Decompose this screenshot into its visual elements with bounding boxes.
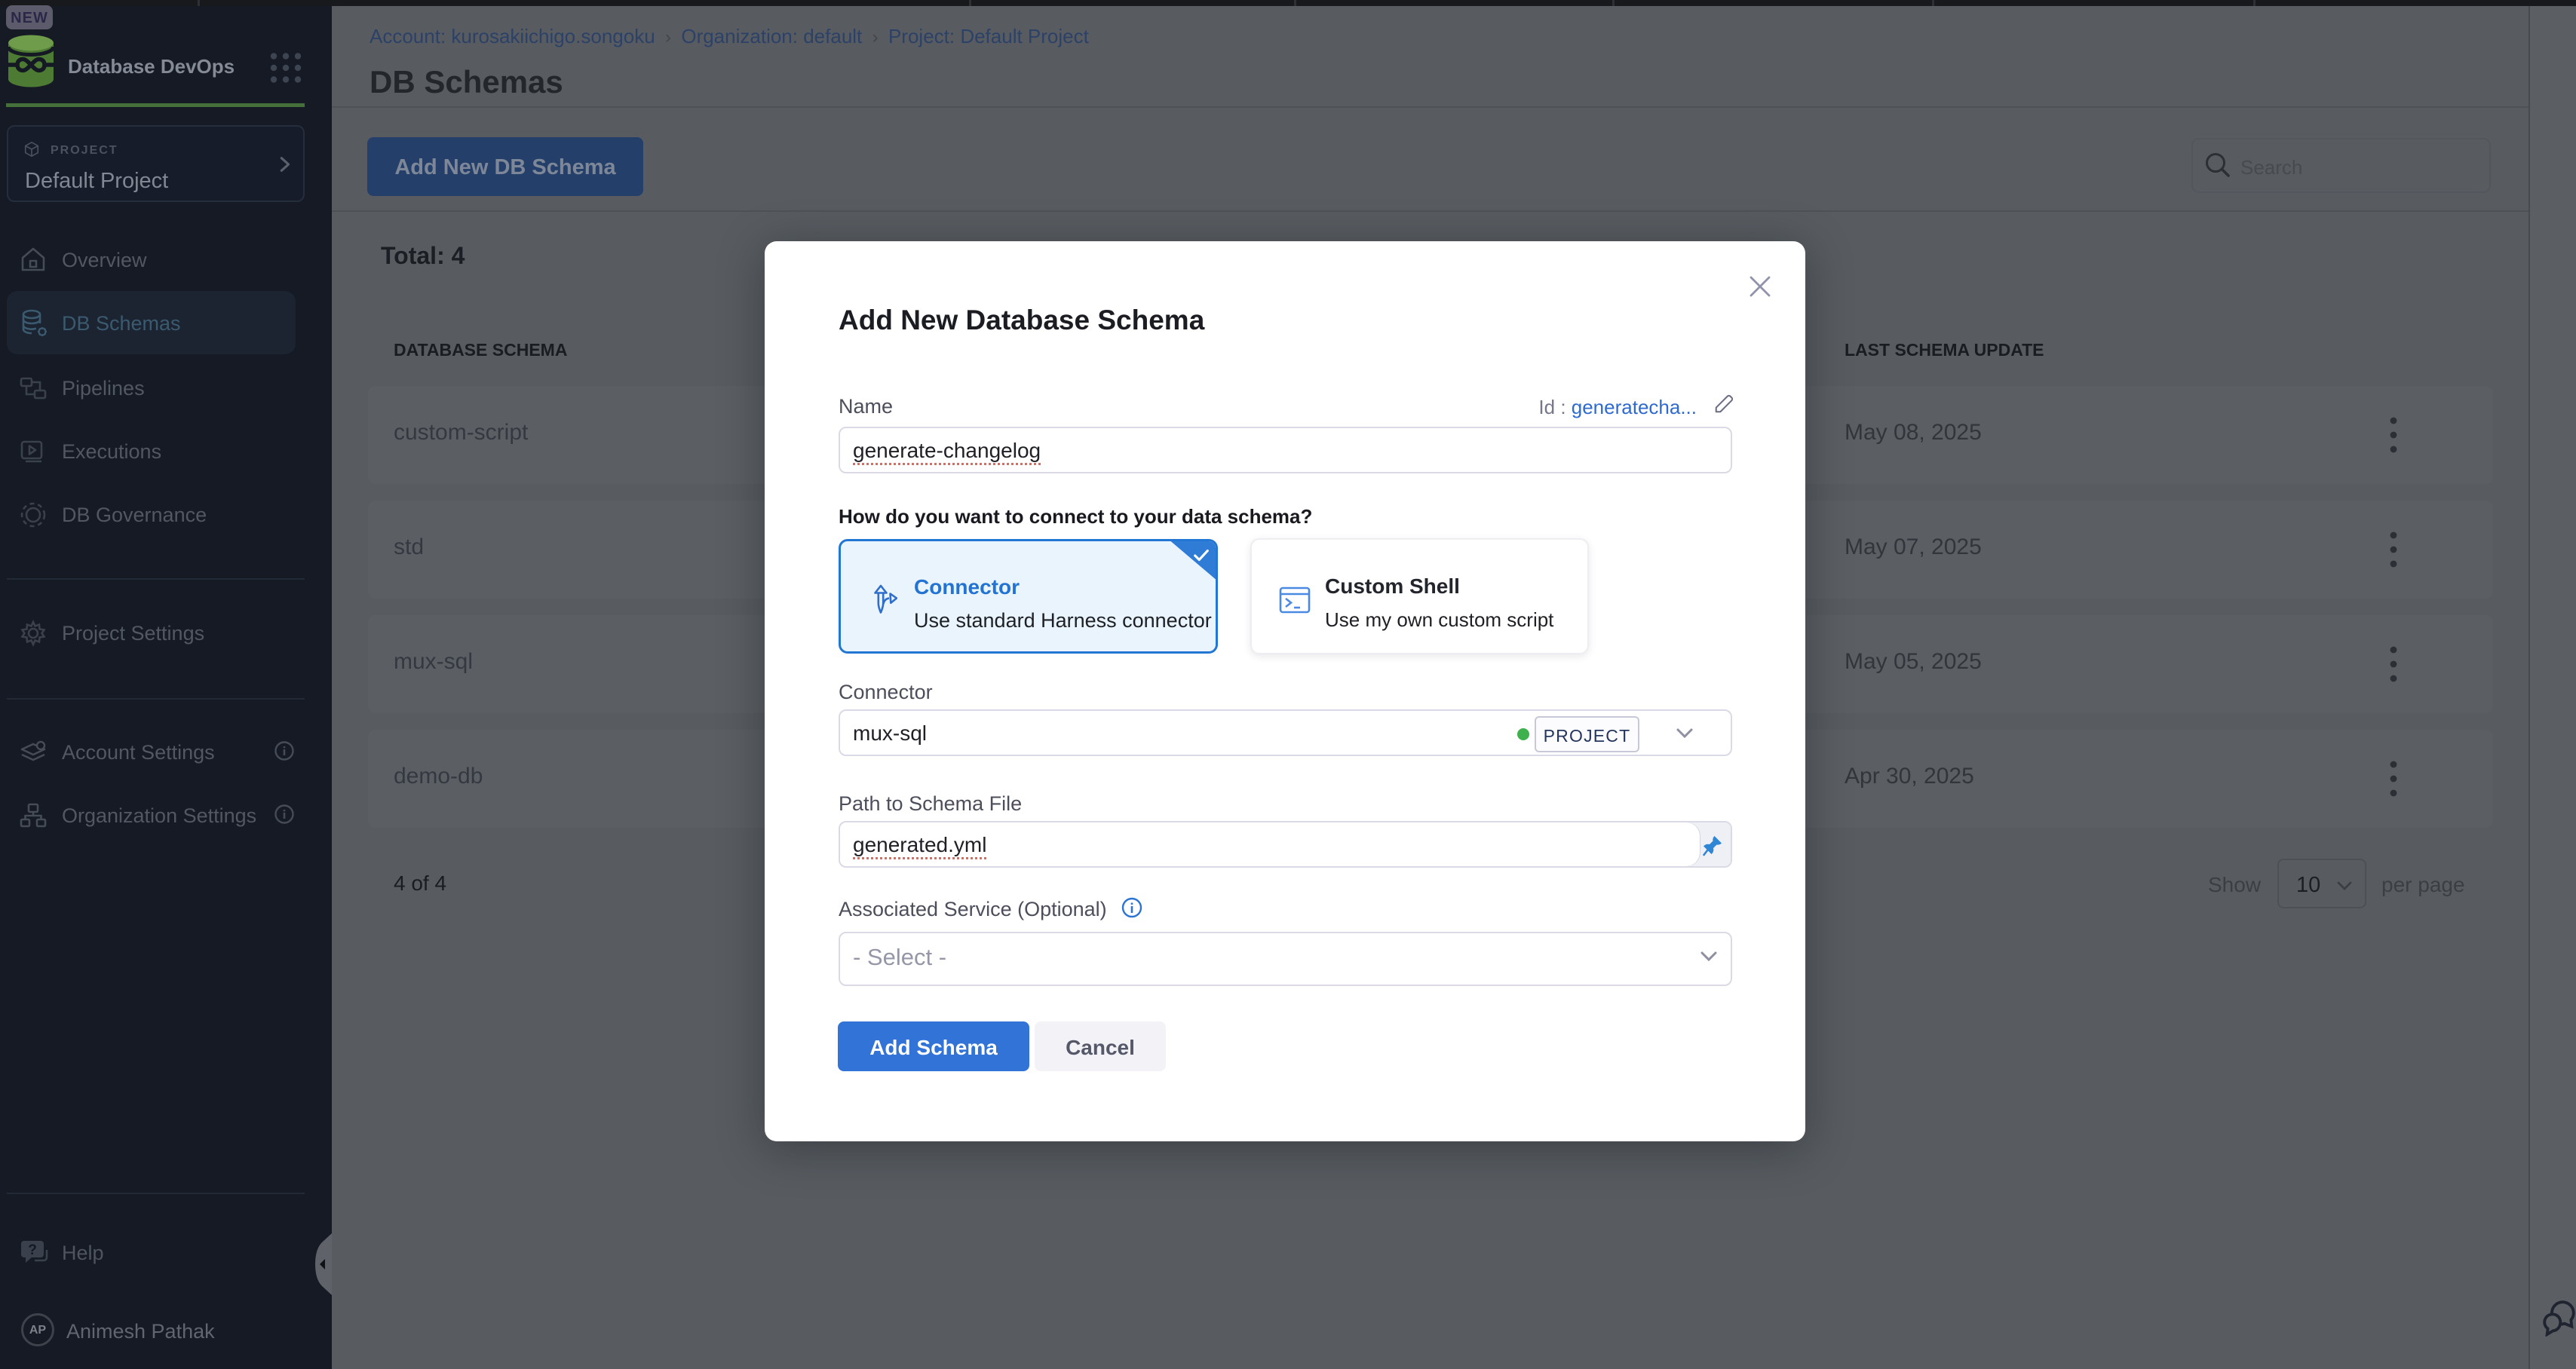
svg-text:?: ? <box>28 1242 37 1258</box>
